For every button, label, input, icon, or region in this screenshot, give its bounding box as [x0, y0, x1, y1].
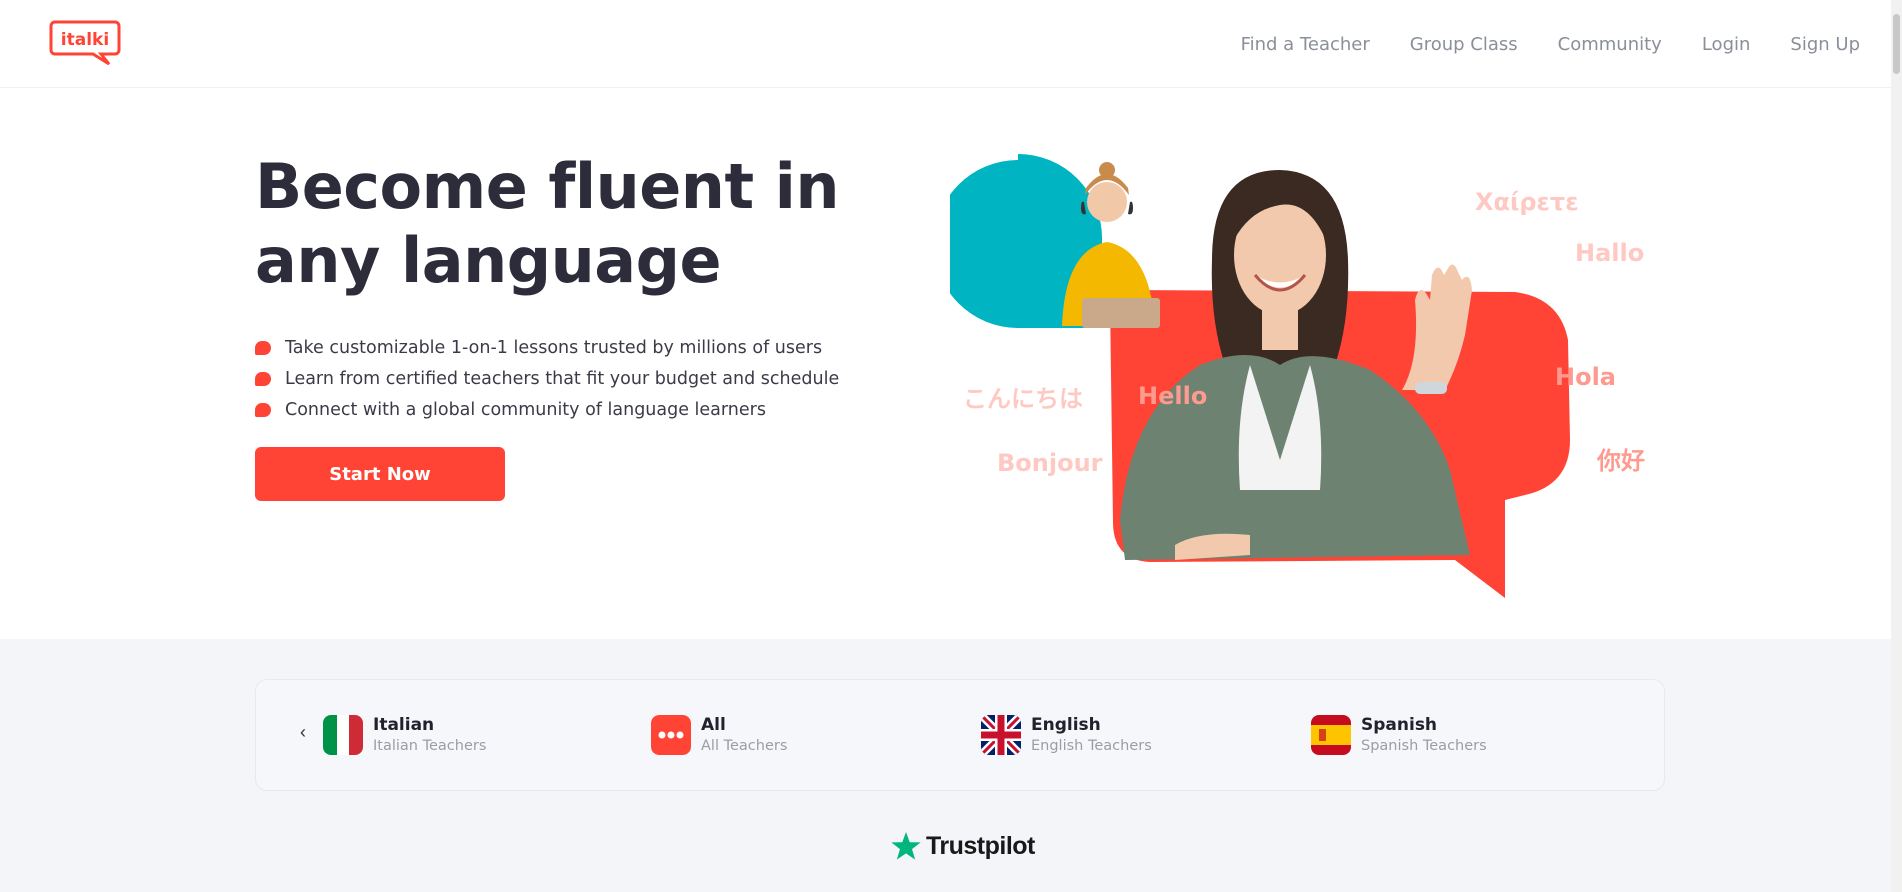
language-name: Spanish	[1361, 715, 1438, 735]
spain-flag-icon	[1311, 715, 1351, 755]
language-subtitle: Italian Teachers	[373, 738, 487, 754]
nav-community[interactable]: Community	[1558, 34, 1662, 55]
hero-illustration: Χαίρετε Hallo こんにちは Hello Hola Bonjour 你…	[950, 150, 1670, 610]
language-name: English	[1031, 715, 1101, 735]
language-spanish[interactable]: Spanish Spanish Teachers	[1311, 714, 1487, 756]
hero-title: Become fluent in any language	[255, 150, 840, 297]
star-icon	[891, 832, 921, 860]
greeting-japanese: こんにちは	[963, 385, 1083, 413]
greeting-french: Bonjour	[997, 449, 1103, 477]
greeting-german: Hallo	[1575, 239, 1645, 267]
language-english[interactable]: English English Teachers	[981, 714, 1152, 756]
hero-bullet: Connect with a global community of langu…	[255, 395, 839, 426]
chevron-left-icon[interactable]: ‹	[300, 722, 306, 743]
hero-bullet: Learn from certified teachers that fit y…	[255, 364, 839, 395]
greeting-greek: Χαίρετε	[1475, 188, 1579, 216]
hero-bullet: Take customizable 1-on-1 lessons trusted…	[255, 333, 839, 364]
trustpilot-label: Trustpilot	[926, 831, 1035, 860]
site-header: italki Find a Teacher Group Class Commun…	[0, 0, 1902, 88]
main-nav: Find a Teacher Group Class Community Log…	[1241, 0, 1860, 88]
bullet-icon	[255, 372, 271, 386]
nav-login[interactable]: Login	[1702, 34, 1751, 55]
greeting-chinese: 你好	[1597, 447, 1645, 475]
language-subtitle: Spanish Teachers	[1361, 738, 1487, 754]
language-subtitle: English Teachers	[1031, 738, 1152, 754]
language-name: Italian	[373, 715, 435, 735]
svg-text:italki: italki	[61, 30, 109, 50]
language-italian[interactable]: Italian Italian Teachers	[323, 714, 486, 756]
bullet-icon	[255, 341, 271, 355]
page-scrollbar[interactable]	[1891, 0, 1902, 892]
scrollbar-thumb[interactable]	[1893, 14, 1900, 74]
language-name: All	[701, 715, 726, 735]
italy-flag-icon	[323, 715, 363, 755]
bullet-icon	[255, 403, 271, 417]
uk-flag-icon	[981, 715, 1021, 755]
greeting-spanish: Hola	[1555, 363, 1616, 391]
start-now-button[interactable]: Start Now	[255, 447, 505, 501]
nav-find-teacher[interactable]: Find a Teacher	[1241, 34, 1370, 55]
language-all[interactable]: All All Teachers	[651, 714, 787, 756]
more-icon	[651, 715, 691, 755]
nav-group-class[interactable]: Group Class	[1410, 34, 1518, 55]
italki-logo[interactable]: italki	[49, 20, 121, 66]
trustpilot-badge[interactable]: Trustpilot	[890, 830, 1035, 862]
hero-bullets: Take customizable 1-on-1 lessons trusted…	[255, 333, 839, 426]
greeting-english: Hello	[1138, 382, 1208, 410]
nav-sign-up[interactable]: Sign Up	[1790, 34, 1860, 55]
language-subtitle: All Teachers	[701, 738, 788, 754]
